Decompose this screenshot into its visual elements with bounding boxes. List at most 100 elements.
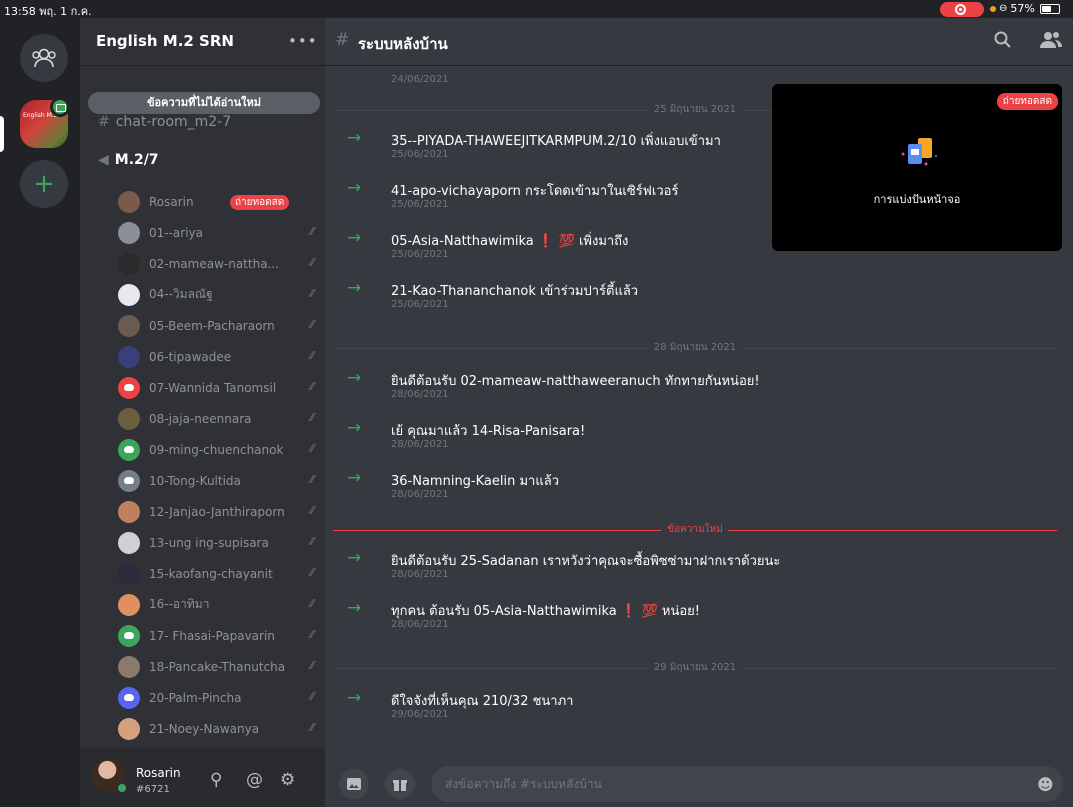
message-text: 21-Kao-Thananchanok เข้าร่วมปาร์ตี้แล้ว xyxy=(391,284,639,299)
system-message[interactable]: → ยินดีต้อนรับ 25-Sadanan เราหวังว่าคุณจะ… xyxy=(325,544,1073,592)
voice-member[interactable]: 05-Beem-Pacharaorn ⁄⁄ xyxy=(118,310,318,341)
voice-member[interactable]: 06-tipawadee ⁄⁄ xyxy=(118,341,318,372)
voice-member[interactable]: 09-ming-chuenchanok ⁄⁄ xyxy=(118,434,318,465)
member-avatar xyxy=(118,686,140,709)
member-avatar xyxy=(118,624,140,647)
voice-member[interactable]: Rosarin ถ่ายทอดสด xyxy=(118,186,318,217)
system-message[interactable]: → เย้ คุณมาแล้ว 14-Risa-Panisara! 28/06/20… xyxy=(325,414,1073,462)
message-text-part: ทุกคน ต้อนรับ 05-Asia-Natthawimika xyxy=(391,604,617,619)
message-date: 28/06/2021 xyxy=(391,439,449,450)
user-name: Rosarin xyxy=(136,766,181,780)
system-message[interactable]: → ทุกคน ต้อนรับ 05-Asia-Natthawimika ❗ 💯 … xyxy=(325,594,1073,642)
voice-member[interactable]: 20-Palm-Pincha ⁄⁄ xyxy=(118,682,318,713)
message-text-part: เพิ่งมาถึง xyxy=(578,234,629,249)
screen-share-illustration-icon xyxy=(901,138,937,166)
screen-share-preview[interactable]: ถ่ายทอดสด การแบ่งปันหน้าจอ xyxy=(772,84,1062,251)
battery-percent: 57% xyxy=(1010,2,1035,15)
voice-member[interactable]: 02-mameaw-nattha... ⁄⁄ xyxy=(118,248,318,279)
selected-server-pill xyxy=(0,116,4,152)
voice-member[interactable]: 07-Wannida Tanomsil ⁄⁄ xyxy=(118,372,318,403)
voice-member-list: Rosarin ถ่ายทอดสด 01--ariya ⁄⁄ 02-mameaw-nat… xyxy=(118,186,318,744)
member-avatar xyxy=(118,376,140,399)
member-name: Rosarin xyxy=(149,194,194,209)
deafened-icon: ⁄⁄ xyxy=(310,535,314,548)
status-right: ⊖ 57% xyxy=(990,2,1060,15)
member-name: 09-ming-chuenchanok xyxy=(149,442,284,457)
screen-recording-indicator[interactable] xyxy=(940,2,984,17)
member-name: 08-jaja-neennara xyxy=(149,411,252,426)
add-server-button[interactable]: + xyxy=(20,160,68,208)
message-text: 41-apo-vichayaporn กระโดดเข้ามาในเซิร์ฟเ… xyxy=(391,184,679,199)
voice-member[interactable]: 17- Fhasai-Papavarin ⁄⁄ xyxy=(118,620,318,651)
deafened-icon: ⁄⁄ xyxy=(310,256,314,269)
member-avatar xyxy=(118,438,140,461)
voice-member[interactable]: 18-Pancake-Thanutcha ⁄⁄ xyxy=(118,651,318,682)
date-divider-label: 28 มิถุนายน 2021 xyxy=(647,340,743,355)
message-date: 28/06/2021 xyxy=(391,389,449,400)
gift-icon xyxy=(393,780,407,791)
at-icon[interactable]: @ xyxy=(246,770,263,790)
server-header[interactable]: English M.2 SRN ••• xyxy=(80,18,325,66)
system-message[interactable]: → 21-Kao-Thananchanok เข้าร่วมปาร์ตี้แล้ว… xyxy=(325,274,1073,322)
member-name: 21-Noey-Nawanya xyxy=(149,721,260,736)
voice-member[interactable]: 10-Tong-Kultida ⁄⁄ xyxy=(118,465,318,496)
voice-member[interactable]: 13-ung ing-supisara ⁄⁄ xyxy=(118,527,318,558)
member-avatar xyxy=(118,190,140,213)
gift-button[interactable] xyxy=(385,769,415,799)
date-divider-label: 29 มิถุนายน 2021 xyxy=(647,660,743,675)
message-date: 28/06/2021 xyxy=(391,489,449,500)
date-divider: 28 มิถุนายน 2021 xyxy=(333,340,1057,355)
emoji-icon[interactable]: ☻ xyxy=(1037,775,1054,794)
member-name: 01--ariya xyxy=(149,225,204,240)
member-avatar xyxy=(118,407,140,430)
server-name: English M.2 SRN xyxy=(96,32,234,50)
member-name: 12-Janjao-Janthiraporn xyxy=(149,504,285,519)
speaker-icon: ◀ xyxy=(98,152,109,168)
voice-channel-m27[interactable]: ◀ M.2/7 xyxy=(98,152,159,168)
join-arrow-icon: → xyxy=(347,598,362,618)
member-name: 20-Palm-Pincha xyxy=(149,690,242,705)
member-avatar xyxy=(118,562,140,585)
voice-member[interactable]: 21-Noey-Nawanya ⁄⁄ xyxy=(118,713,318,744)
user-avatar[interactable] xyxy=(92,758,128,794)
server-icon-english-m2[interactable]: English M.2 xyxy=(20,97,70,148)
deafened-icon: ⁄⁄ xyxy=(310,318,314,331)
join-arrow-icon: → xyxy=(347,688,362,708)
voice-member[interactable]: 01--ariya ⁄⁄ xyxy=(118,217,318,248)
attach-image-button[interactable] xyxy=(339,769,369,799)
emoji-icon: ❗ 💯 xyxy=(537,234,575,249)
system-message[interactable]: → ดีใจจังที่เห็นคุณ 210/32 ชนาภา 29/06/202… xyxy=(325,684,1073,732)
gear-icon[interactable]: ⚙ xyxy=(280,770,295,790)
voice-member[interactable]: 12-Janjao-Janthiraporn ⁄⁄ xyxy=(118,496,318,527)
deafened-icon: ⁄⁄ xyxy=(310,721,314,734)
join-arrow-icon: → xyxy=(347,228,362,248)
system-message[interactable]: → 36-Namning-Kaelin มาแล้ว 28/06/2021 xyxy=(325,464,1073,512)
more-options-icon[interactable]: ••• xyxy=(288,32,318,50)
join-arrow-icon: → xyxy=(347,468,362,488)
voice-member[interactable]: 08-jaja-neennara ⁄⁄ xyxy=(118,403,318,434)
date-divider: 29 มิถุนายน 2021 xyxy=(333,660,1057,675)
voice-member[interactable]: 15-kaofang-chayanit ⁄⁄ xyxy=(118,558,318,589)
voice-member[interactable]: 16--อาทิมา ⁄⁄ xyxy=(118,589,318,620)
status-bar: 13:58 พฤ. 1 ก.ค. ⊖ 57% xyxy=(0,0,1073,18)
join-arrow-icon: → xyxy=(347,548,362,568)
hash-icon: # xyxy=(98,114,110,130)
emoji-icon: ❗ 💯 xyxy=(620,604,658,619)
voice-member[interactable]: 04--วิมลณัฐ ⁄⁄ xyxy=(118,279,318,310)
message-date: 25/06/2021 xyxy=(391,249,449,260)
mic-in-use-dot xyxy=(990,5,996,12)
members-icon[interactable] xyxy=(1039,30,1063,50)
message-text: เย้ คุณมาแล้ว 14-Risa-Panisara! xyxy=(391,424,586,439)
user-search-icon[interactable]: ⚲ xyxy=(210,770,222,790)
channel-chat-room[interactable]: # chat-room_m2-7 xyxy=(98,114,231,130)
message-input[interactable] xyxy=(431,766,1063,802)
unread-messages-banner[interactable]: ข้อความที่ไม่ได้อ่านใหม่ xyxy=(88,92,320,114)
search-icon[interactable] xyxy=(993,30,1013,50)
friends-home-button[interactable] xyxy=(20,34,68,82)
system-message[interactable]: → ยินดีต้อนรับ 02-mameaw-natthaweeranuch … xyxy=(325,364,1073,412)
main-chat: # ระบบหลังบ้าน 24/06/2021 25 มิถุนายน 20… xyxy=(325,18,1073,807)
member-avatar xyxy=(118,469,140,492)
message-text: ยินดีต้อนรับ 02-mameaw-natthaweeranuch ท… xyxy=(391,374,760,389)
image-icon xyxy=(347,778,361,790)
message-date: 28/06/2021 xyxy=(391,619,449,630)
